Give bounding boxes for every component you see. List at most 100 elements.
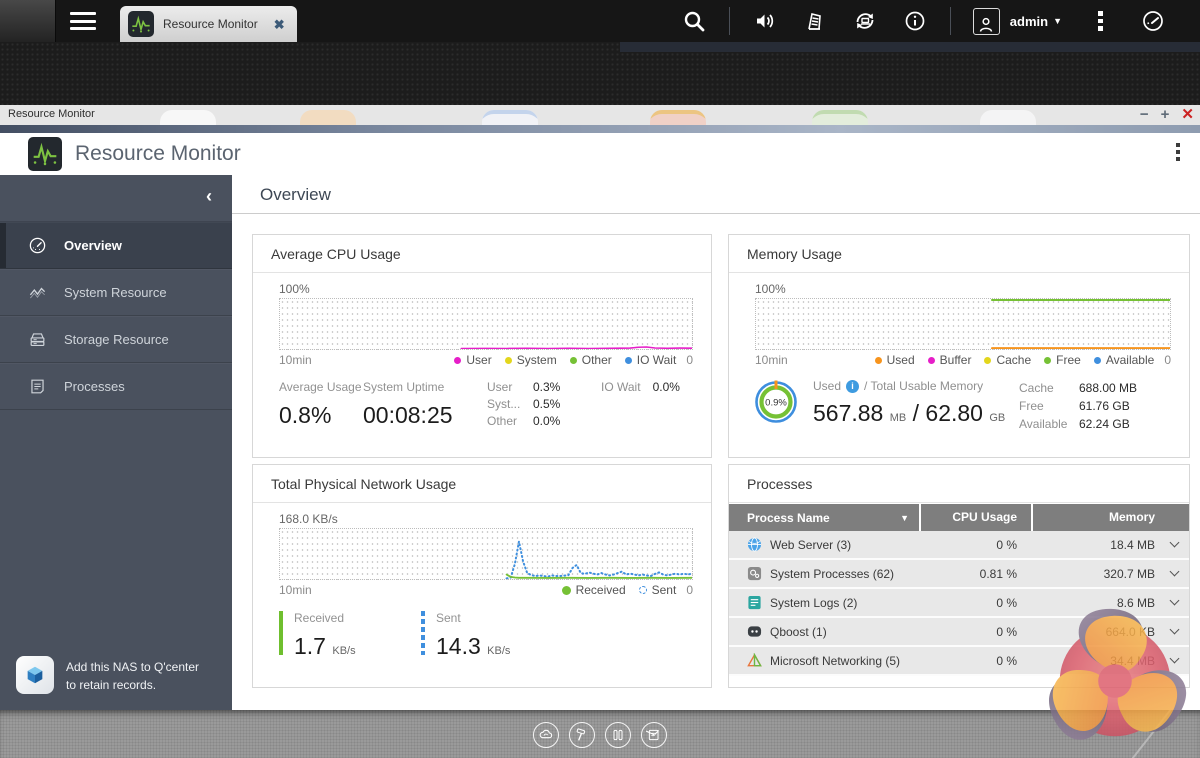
- show-desktop-button[interactable]: [0, 0, 56, 42]
- column-header-process-name[interactable]: Process Name ▼: [729, 511, 919, 525]
- process-row-web-server[interactable]: Web Server (3) 0 % 18.4 MB: [729, 531, 1189, 560]
- network-x-axis-right: 0: [686, 583, 693, 597]
- topbar-divider: [950, 7, 951, 35]
- desktop-background: [0, 42, 1200, 105]
- qcenter-text: Add this NAS to Q'centerto retain record…: [66, 656, 199, 694]
- columns-icon[interactable]: [605, 722, 631, 748]
- tab-label: Resource Monitor: [163, 17, 258, 31]
- main-content: Overview Average CPU Usage 100% 10min Us: [232, 175, 1200, 710]
- desktop-taskbar: [0, 710, 1200, 758]
- cpu-chart: [279, 298, 693, 350]
- sidebar-item-processes[interactable]: Processes: [0, 363, 232, 410]
- sidebar-item-system-resource[interactable]: System Resource: [0, 269, 232, 316]
- notes-icon[interactable]: [641, 722, 667, 748]
- desktop-app-icon: [980, 110, 1036, 125]
- desktop-topbar: Resource Monitor ✖ admin ▼: [0, 0, 1200, 42]
- user-avatar-icon[interactable]: [973, 8, 1000, 35]
- network-x-axis-left: 10min: [279, 583, 312, 597]
- process-row-system-processes[interactable]: System Processes (62) 0.81 % 320.7 MB: [729, 560, 1189, 589]
- legend-dot-available: [1094, 357, 1101, 364]
- legend-dot-other: [570, 357, 577, 364]
- sidebar-item-overview[interactable]: Overview: [0, 222, 232, 269]
- sidebar-item-label: System Resource: [64, 285, 167, 300]
- expand-row-icon[interactable]: [1169, 654, 1179, 664]
- window-title: Resource Monitor: [8, 108, 95, 120]
- avg-usage-value: 0.8%: [279, 402, 363, 429]
- process-row-microsoft-networking[interactable]: Microsoft Networking (5) 0 % 34.4 MB: [729, 647, 1189, 676]
- cpu-x-axis-right: 0: [686, 353, 693, 367]
- legend-dot-cache: [984, 357, 991, 364]
- sent-stat: Sent 14.3 KB/s: [421, 611, 563, 660]
- process-row-system-logs[interactable]: System Logs (2) 0 % 8.6 MB: [729, 589, 1189, 618]
- memory-donut-chart: 0.9%: [753, 379, 799, 425]
- app-menu-icon[interactable]: [1176, 143, 1180, 161]
- sidebar: ‹ Overview System Resource Storage Resou…: [0, 175, 232, 710]
- received-stat: Received 1.7 KB/s: [279, 611, 421, 660]
- network-legend: Received Sent: [562, 583, 677, 597]
- sort-caret-icon[interactable]: ▼: [900, 513, 909, 523]
- memory-legend: Used Buffer Cache Free Available: [875, 353, 1155, 367]
- expand-row-icon[interactable]: [1169, 538, 1179, 548]
- legend-dot-sent: [639, 586, 647, 594]
- search-icon[interactable]: [682, 9, 706, 33]
- processes-table: Process Name ▼ CPU Usage Memory Web Serv…: [729, 504, 1189, 676]
- maximize-window-icon[interactable]: +: [1161, 106, 1170, 124]
- resource-monitor-logo: [28, 137, 62, 171]
- sidebar-item-storage-resource[interactable]: Storage Resource: [0, 316, 232, 363]
- web-server-icon: [747, 537, 762, 552]
- desktop-app-icon: [482, 110, 538, 125]
- app-tab-resource-monitor[interactable]: Resource Monitor ✖: [120, 6, 297, 42]
- admin-menu[interactable]: admin ▼: [1010, 14, 1062, 29]
- dashboard-icon[interactable]: [1141, 9, 1165, 33]
- expand-row-icon[interactable]: [1169, 567, 1179, 577]
- column-header-cpu-usage[interactable]: CPU Usage: [919, 504, 1031, 531]
- cpu-usage-panel: Average CPU Usage 100% 10min User System…: [252, 234, 712, 458]
- window-titlebar[interactable]: Resource Monitor − + ✕: [0, 105, 1200, 125]
- network-y-axis-max: 168.0 KB/s: [279, 512, 693, 526]
- process-row-qboost[interactable]: Qboost (1) 0 % 664.0 KB: [729, 618, 1189, 647]
- network-usage-panel: Total Physical Network Usage 168.0 KB/s …: [252, 464, 712, 688]
- topbar-divider: [729, 7, 730, 35]
- legend-dot-system: [505, 357, 512, 364]
- desktop-app-icon: [300, 110, 356, 125]
- avg-usage-label: Average Usage: [279, 380, 363, 394]
- desktop-app-icon: [650, 110, 706, 125]
- legend-dot-iowait: [625, 357, 632, 364]
- memory-panel-title: Memory Usage: [729, 235, 1189, 273]
- expand-row-icon[interactable]: [1169, 625, 1179, 635]
- cpu-iowait: IO Wait0.0%: [601, 380, 680, 394]
- column-header-memory[interactable]: Memory: [1031, 504, 1159, 531]
- minimize-window-icon[interactable]: −: [1140, 106, 1149, 124]
- line-chart-icon: [28, 283, 47, 302]
- qcenter-promo[interactable]: Add this NAS to Q'centerto retain record…: [16, 656, 220, 694]
- legend-dot-free: [1044, 357, 1051, 364]
- resource-monitor-window: Resource Monitor − + ✕ Resource Monitor …: [0, 105, 1200, 710]
- processes-panel-title: Processes: [729, 465, 1189, 503]
- qboost-icon: [747, 624, 762, 639]
- received-bar: [279, 611, 283, 655]
- restart-icon[interactable]: [853, 9, 877, 33]
- legend-dot-buffer: [928, 357, 935, 364]
- expand-row-icon[interactable]: [1169, 596, 1179, 606]
- window-accent-strip: [0, 125, 1200, 133]
- gauge-icon: [28, 236, 47, 255]
- utilities-hammer-icon[interactable]: [569, 722, 595, 748]
- system-logs-icon: [747, 595, 762, 610]
- info-icon[interactable]: [903, 9, 927, 33]
- close-tab-icon[interactable]: ✖: [274, 18, 285, 31]
- more-options-icon[interactable]: [1098, 11, 1103, 31]
- myqnapcloud-icon[interactable]: [533, 722, 559, 748]
- app-title: Resource Monitor: [75, 142, 241, 166]
- close-window-icon[interactable]: ✕: [1181, 106, 1194, 124]
- main-menu-icon[interactable]: [70, 12, 96, 30]
- legend-dot-received: [562, 586, 571, 595]
- storage-icon: [28, 330, 47, 349]
- sidebar-item-label: Storage Resource: [64, 332, 169, 347]
- chevron-down-icon: ▼: [1053, 16, 1062, 26]
- collapse-sidebar-icon[interactable]: ‹: [206, 186, 212, 207]
- uptime-value: 00:08:25: [363, 402, 487, 429]
- sidebar-item-label: Processes: [64, 379, 125, 394]
- volume-icon[interactable]: [753, 9, 777, 33]
- memory-info-icon[interactable]: i: [846, 380, 859, 393]
- background-tasks-icon[interactable]: [803, 9, 827, 33]
